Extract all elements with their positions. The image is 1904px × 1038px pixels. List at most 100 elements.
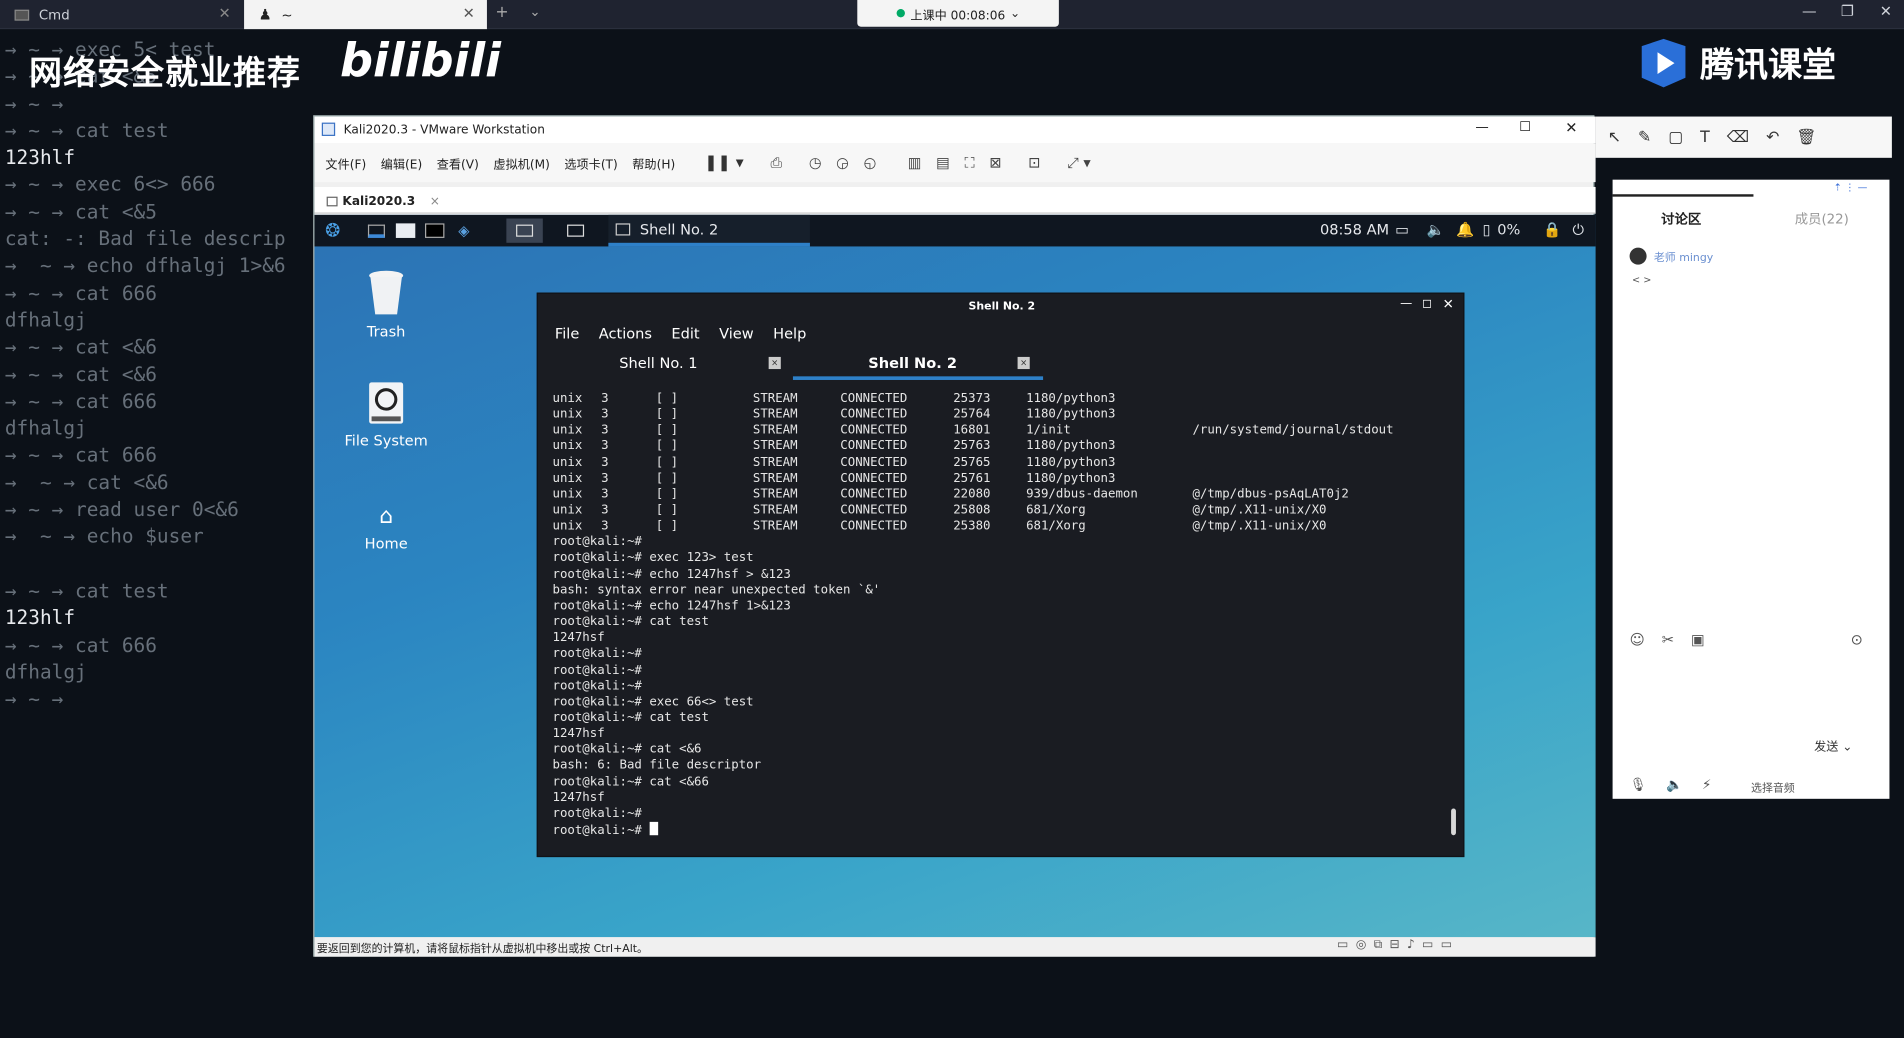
- settings-icon[interactable]: ⊙: [1851, 631, 1863, 648]
- netstat-row: unix 3 [ ] STREAM CONNECTED 25761 1180/python3: [553, 471, 1452, 487]
- close-icon[interactable]: ✕: [1880, 2, 1892, 19]
- scrollbar[interactable]: [1451, 808, 1456, 836]
- volume-icon[interactable]: 🔈: [1427, 221, 1445, 238]
- tabs-view-icon[interactable]: ▤: [936, 154, 950, 171]
- display-icon[interactable]: ▭: [1395, 221, 1409, 238]
- desktop-trash[interactable]: Trash: [325, 268, 446, 340]
- annotation-toolbar: ↖ ✎ ▢ T ⌫ ↶ 🗑: [1595, 116, 1892, 158]
- menu-actions[interactable]: Actions: [599, 325, 652, 342]
- tab-members[interactable]: 成员(22): [1795, 209, 1849, 228]
- fullscreen-icon[interactable]: ⛶: [964, 154, 974, 172]
- desktop-file-system[interactable]: File System: [325, 380, 446, 449]
- microphone-icon[interactable]: 🎙: [1630, 777, 1647, 793]
- show-desktop-icon[interactable]: [364, 219, 388, 243]
- message-text: < >: [1632, 274, 1652, 286]
- snapshot-icon[interactable]: ◷: [809, 154, 822, 171]
- speaker-icon[interactable]: 🔈: [1666, 777, 1683, 793]
- browser-icon[interactable]: ◈: [452, 219, 476, 243]
- play-logo-icon: [1634, 36, 1692, 89]
- host-terminal-line: dfhalgj: [4, 660, 87, 684]
- close-tab-icon[interactable]: ×: [1017, 356, 1030, 370]
- pointer-icon[interactable]: ↖: [1608, 128, 1621, 146]
- menu-file[interactable]: 文件(F): [325, 154, 366, 171]
- pen-icon[interactable]: ✎: [1638, 128, 1651, 146]
- notification-bell-icon[interactable]: 🔔: [1456, 221, 1474, 238]
- power-icon[interactable]: ⏻: [1573, 221, 1585, 239]
- taskbar-shell-no2[interactable]: Shell No. 2: [608, 214, 810, 247]
- close-icon[interactable]: ✕: [463, 5, 475, 22]
- close-icon[interactable]: ×: [430, 195, 440, 208]
- pin-icon[interactable]: ⇡ ⋮ —: [1834, 182, 1868, 193]
- desktop-home[interactable]: ⌂ Home: [325, 504, 446, 553]
- minimize-icon[interactable]: —: [1475, 119, 1488, 135]
- maximize-icon[interactable]: ❐: [1841, 2, 1854, 19]
- tab-label: ~: [281, 6, 293, 23]
- close-icon[interactable]: ✕: [1443, 296, 1454, 312]
- menu-view[interactable]: 查看(V): [437, 154, 479, 171]
- host-terminal-line: → ~ → cat 666: [4, 281, 157, 305]
- menu-vm[interactable]: 虚拟机(M): [493, 154, 549, 171]
- terminal-line: root@kali:~# exec 66<> test: [553, 694, 1452, 710]
- terminal-line-text: root@kali:~#: [552, 824, 650, 838]
- image-icon[interactable]: ▣: [1691, 631, 1705, 648]
- broadcast-icon[interactable]: ⚡: [1702, 777, 1711, 793]
- send-ctrl-alt-del-icon[interactable]: ⎙: [770, 154, 782, 172]
- stretch-icon[interactable]: ⤢ ▾: [1067, 154, 1091, 172]
- send-button[interactable]: 发送 ⌄: [1814, 736, 1852, 754]
- new-tab-button[interactable]: +: [495, 4, 508, 22]
- text-icon[interactable]: T: [1700, 128, 1710, 146]
- terminal-line: bash: syntax error near unexpected token…: [553, 582, 1452, 598]
- taskbar-label: Shell No. 2: [639, 220, 719, 238]
- terminal-icon[interactable]: [423, 219, 447, 243]
- trash-icon[interactable]: 🗑: [1796, 128, 1816, 146]
- lock-icon[interactable]: 🔒: [1543, 221, 1561, 238]
- unity-icon[interactable]: ⊠: [989, 154, 1001, 171]
- minimize-icon[interactable]: —: [1400, 297, 1412, 310]
- chevron-down-icon[interactable]: ⌄: [529, 4, 540, 20]
- menu-edit[interactable]: 编辑(E): [381, 154, 422, 171]
- menu-file[interactable]: File: [555, 325, 579, 342]
- recording-indicator[interactable]: ● 上课中 00:08:06 ⌄: [857, 0, 1059, 27]
- pause-icon[interactable]: ❚❚ ▾: [704, 154, 743, 172]
- close-icon[interactable]: ✕: [218, 5, 230, 22]
- terminal-icon: [14, 9, 30, 21]
- tab-shell-2[interactable]: Shell No. 2: [868, 354, 957, 371]
- menu-tabs[interactable]: 选项卡(T): [564, 154, 617, 171]
- audio-select[interactable]: 选择音频: [1751, 779, 1795, 795]
- kali-menu-icon[interactable]: ❂: [319, 219, 346, 243]
- device-status-icons[interactable]: ▭◎⧉⊟♪▭▭: [1337, 938, 1460, 951]
- workspace-2[interactable]: [557, 219, 593, 243]
- workspace-1[interactable]: [506, 218, 543, 243]
- tab-discussion[interactable]: 讨论区: [1661, 209, 1701, 228]
- battery-icon[interactable]: ▯: [1483, 221, 1491, 238]
- snapshot-manager-icon[interactable]: ◵: [863, 154, 876, 171]
- maximize-icon[interactable]: ◻: [1422, 297, 1432, 310]
- clock[interactable]: 08:58 AM: [1320, 221, 1389, 238]
- tab-shell-1[interactable]: Shell No. 1: [619, 354, 697, 371]
- maximize-icon[interactable]: ☐: [1519, 119, 1531, 135]
- menu-edit[interactable]: Edit: [671, 325, 699, 342]
- netstat-inode: 25765: [953, 455, 991, 470]
- netstat-proto: unix: [552, 439, 583, 454]
- eraser-icon[interactable]: ⌫: [1727, 128, 1749, 146]
- host-tab-cmd[interactable]: Cmd ✕: [0, 0, 243, 29]
- menu-view[interactable]: View: [719, 325, 754, 342]
- file-manager-icon[interactable]: [393, 219, 417, 243]
- menu-help[interactable]: Help: [773, 325, 806, 342]
- minimize-icon[interactable]: —: [1802, 2, 1817, 19]
- terminal-line-text: bash: syntax error near unexpected token…: [552, 583, 881, 597]
- close-icon[interactable]: ✕: [1565, 119, 1577, 136]
- vm-tab[interactable]: Kali2020.3 ×: [319, 189, 447, 213]
- host-tab-linux[interactable]: ♟ ~ ✕: [244, 0, 487, 30]
- console-icon[interactable]: ⊡: [1028, 154, 1040, 171]
- close-tab-icon[interactable]: ×: [768, 356, 781, 370]
- scissors-icon[interactable]: ✂: [1662, 631, 1674, 648]
- terminal-output[interactable]: unix 3 [ ] STREAM CONNECTED 25373 1180/python3…: [553, 391, 1452, 839]
- host-tab-bar: Cmd ✕ ♟ ~ ✕ + ⌄ ● 上课中 00:08:06 ⌄ — ❐ ✕: [0, 0, 1904, 30]
- sidebar-view-icon[interactable]: ▥: [908, 154, 922, 171]
- restore-snapshot-icon[interactable]: ◶: [836, 154, 849, 171]
- menu-help[interactable]: 帮助(H): [632, 154, 675, 171]
- emoji-icon[interactable]: ☺: [1630, 631, 1645, 648]
- undo-icon[interactable]: ↶: [1766, 128, 1779, 146]
- shape-icon[interactable]: ▢: [1668, 128, 1683, 146]
